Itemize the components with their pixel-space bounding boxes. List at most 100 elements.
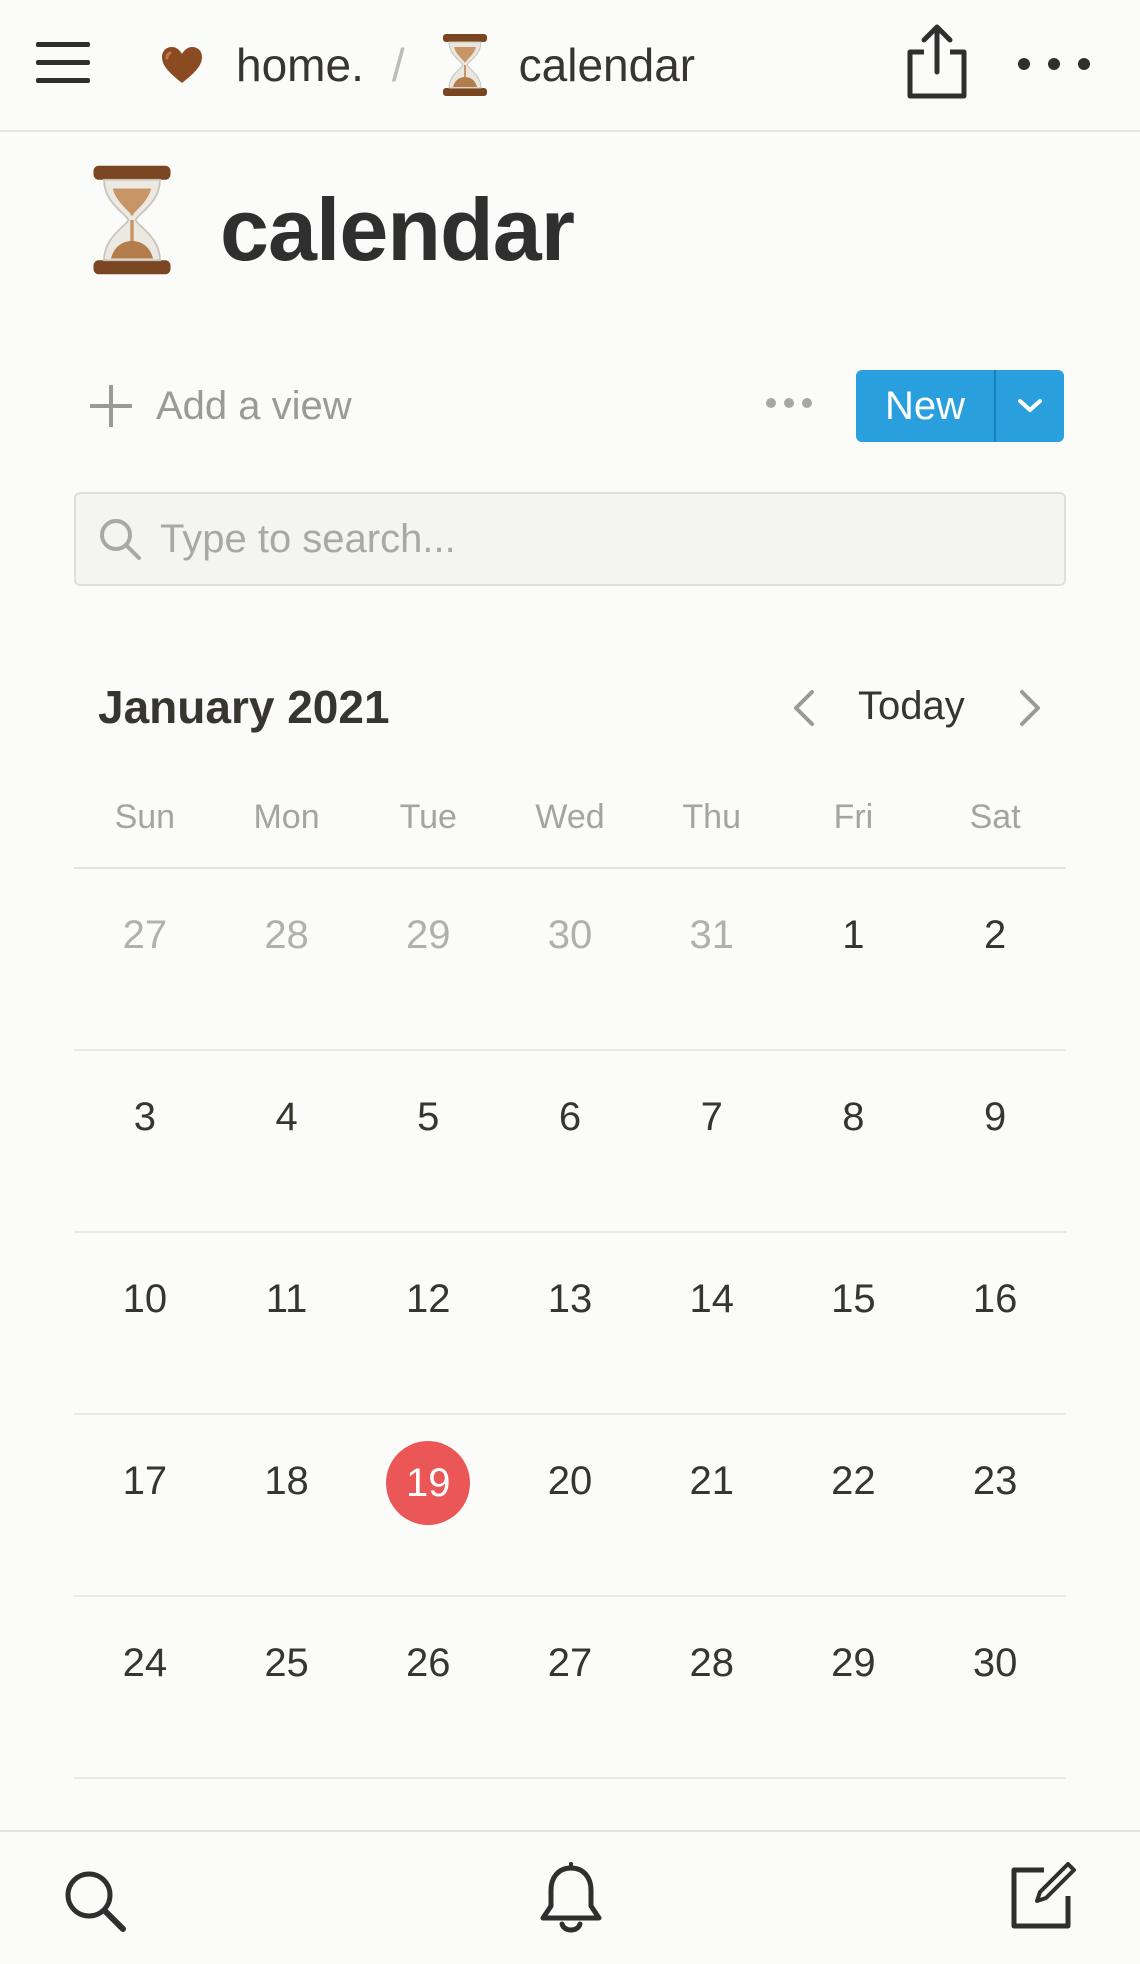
search-input[interactable]	[160, 499, 1064, 579]
calendar-day[interactable]: 3	[74, 1051, 216, 1231]
day-number: 17	[122, 1459, 168, 1503]
day-number: 8	[842, 1095, 865, 1139]
calendar-day[interactable]: 5	[357, 1051, 499, 1231]
day-number: 18	[264, 1459, 309, 1503]
calendar-day[interactable]: 22	[783, 1415, 925, 1595]
day-number: 12	[406, 1277, 451, 1321]
calendar-day[interactable]: 2	[924, 869, 1066, 1049]
calendar-day[interactable]: 6	[499, 1051, 641, 1231]
calendar-day[interactable]: 28	[641, 1597, 783, 1777]
calendar-day-today[interactable]: 1919	[357, 1415, 499, 1595]
search-box	[74, 492, 1066, 586]
calendar-day[interactable]: 31	[641, 869, 783, 1049]
day-number: 6	[558, 1095, 582, 1139]
month-label: January 2021	[98, 681, 390, 733]
day-number: 16	[972, 1277, 1018, 1321]
page: home. / calendar calendar Add a view New…	[0, 0, 1140, 1964]
calendar-day[interactable]: 26	[357, 1597, 499, 1777]
calendar-day[interactable]: 17	[74, 1415, 216, 1595]
breadcrumb-home-label: home.	[236, 39, 364, 91]
calendar-day[interactable]: 14	[641, 1233, 783, 1413]
day-number: 14	[689, 1277, 734, 1321]
day-number: 1	[842, 913, 865, 957]
calendar-day[interactable]: 24	[74, 1597, 216, 1777]
calendar-day[interactable]: 21	[641, 1415, 783, 1595]
day-number: 29	[831, 1641, 876, 1685]
day-number: 4	[275, 1095, 298, 1139]
calendar-grid: 2728293031123456789101112131415161718191…	[74, 869, 1066, 1779]
calendar-day[interactable]: 8	[783, 1051, 925, 1231]
new-button[interactable]: New	[856, 370, 994, 442]
search-icon	[100, 519, 141, 560]
today-marker: 19	[386, 1441, 471, 1525]
weekday-label: Thu	[682, 798, 741, 836]
chevron-left-icon[interactable]	[786, 684, 822, 732]
day-number: 27	[547, 1641, 593, 1685]
day-number: 5	[417, 1095, 440, 1139]
calendar-day[interactable]: 9	[924, 1051, 1066, 1231]
calendar-day[interactable]: 13	[499, 1233, 641, 1413]
calendar-day[interactable]: 27	[74, 869, 216, 1049]
calendar-day[interactable]: 23	[924, 1415, 1066, 1595]
day-number: 28	[689, 1641, 734, 1685]
page-title[interactable]: calendar	[220, 180, 575, 280]
hourglass-icon[interactable]	[90, 164, 174, 276]
calendar-day[interactable]: 16	[924, 1233, 1066, 1413]
calendar-day[interactable]: 29	[783, 1597, 925, 1777]
day-number: 7	[700, 1095, 723, 1139]
day-number: 29	[406, 913, 451, 957]
more-icon[interactable]	[1018, 44, 1090, 84]
day-number: 31	[689, 913, 734, 957]
breadcrumb-separator: /	[391, 39, 405, 91]
day-number: 20	[547, 1459, 593, 1503]
view-options-icon[interactable]	[766, 398, 812, 412]
weekday-header: Sun Mon Tue Wed Thu Fri Sat	[74, 798, 1066, 868]
calendar-day[interactable]: 28	[216, 869, 358, 1049]
calendar-day[interactable]: 1	[783, 869, 925, 1049]
day-number: 10	[122, 1277, 168, 1321]
calendar-day[interactable]: 18	[216, 1415, 358, 1595]
new-options-button[interactable]	[996, 370, 1064, 442]
calendar-day[interactable]: 29	[357, 869, 499, 1049]
calendar-week: 17 18 1919 20 21 22 23	[74, 1415, 1066, 1597]
day-number: 24	[122, 1641, 168, 1685]
calendar-week: 3 4 5 6 7 8 9	[74, 1051, 1066, 1233]
calendar-day[interactable]: 20	[499, 1415, 641, 1595]
day-number: 23	[972, 1459, 1018, 1503]
bottom-bar	[0, 1830, 1140, 1964]
new-button-group: New	[856, 370, 1064, 442]
calendar-day[interactable]: 27	[499, 1597, 641, 1777]
calendar-day[interactable]: 11	[216, 1233, 358, 1413]
calendar-week: 24 25 26 27 28 29 30	[74, 1597, 1066, 1779]
weekday-label: Mon	[253, 798, 320, 836]
today-button[interactable]: Today	[858, 684, 965, 729]
calendar-day[interactable]: 4	[216, 1051, 358, 1231]
weekday-label: Fri	[833, 798, 874, 836]
heart-icon	[162, 47, 202, 83]
day-number: 30	[547, 913, 593, 957]
calendar-day[interactable]: 12	[357, 1233, 499, 1413]
chevron-right-icon[interactable]	[1012, 684, 1048, 732]
day-number: 30	[972, 1641, 1018, 1685]
day-number: 25	[264, 1641, 309, 1685]
calendar-day[interactable]: 15	[783, 1233, 925, 1413]
breadcrumb-current-label: calendar	[518, 39, 696, 91]
breadcrumb-home[interactable]: home.	[160, 38, 364, 92]
share-icon[interactable]	[902, 22, 972, 102]
weekday-label: Sat	[969, 798, 1021, 836]
breadcrumb-current[interactable]: calendar	[441, 33, 695, 97]
calendar-day[interactable]: 30	[924, 1597, 1066, 1777]
calendar-day[interactable]: 10	[74, 1233, 216, 1413]
calendar-day[interactable]: 7	[641, 1051, 783, 1231]
calendar-day[interactable]: 30	[499, 869, 641, 1049]
day-number: 3	[133, 1095, 156, 1139]
search-icon[interactable]	[60, 1866, 130, 1936]
menu-icon[interactable]	[36, 34, 96, 90]
weekday-label: Wed	[535, 798, 605, 836]
add-view-button[interactable]: Add a view	[90, 376, 352, 436]
compose-icon[interactable]	[1006, 1860, 1078, 1932]
day-number: 15	[831, 1277, 876, 1321]
calendar-day[interactable]: 25	[216, 1597, 358, 1777]
day-number: 27	[122, 913, 168, 957]
bell-icon[interactable]	[536, 1862, 606, 1938]
